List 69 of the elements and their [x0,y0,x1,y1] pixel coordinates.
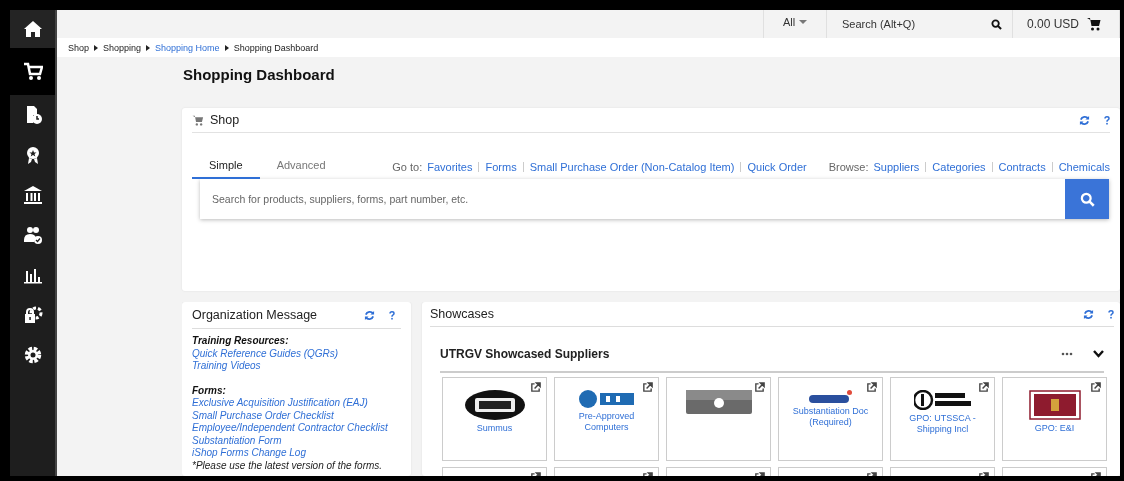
goto-link[interactable]: Forms [485,161,517,173]
panel-title: Shop [210,113,240,127]
browse-link[interactable]: Chemicals [1058,161,1110,173]
goto-label: Go to: [392,161,423,173]
refresh-icon[interactable] [1079,114,1090,126]
browse-link[interactable]: Contracts [998,161,1046,173]
supplier-label: GPO: E&I [1033,423,1076,434]
supplier-tile[interactable] [666,377,771,461]
bank-icon [22,185,43,205]
resource-link[interactable]: Employee/Independent Contractor Checklist [192,422,401,435]
supplier-label: GPO: UTSSCA - Shipping Incl [908,413,977,435]
gear-icon [22,345,43,365]
resource-link[interactable]: Exclusive Acquisition Justification (EAJ) [192,397,401,410]
resource-link[interactable]: iShop Forms Change Log [192,447,401,460]
browse-link[interactable]: Suppliers [873,161,920,173]
cart-icon [22,61,43,82]
supplier-label: Summus [475,423,514,434]
cart-icon[interactable] [1087,17,1102,31]
browse-label: Browse: [828,161,869,173]
breadcrumb-link[interactable]: Shopping Home [155,42,220,53]
lock-gear-icon [22,305,43,325]
search-icon[interactable] [991,18,1002,30]
external-link-icon[interactable] [642,382,653,393]
supplier-label: Pre-Approved Computers [577,411,636,433]
resource-link[interactable]: Small Purchase Order Checklist [192,409,401,422]
external-link-icon[interactable] [866,382,877,393]
help-icon[interactable] [1108,309,1114,319]
refresh-icon[interactable] [364,309,375,321]
people-icon [22,225,43,245]
resource-link[interactable]: Substantiation Form [192,434,401,447]
more-icon[interactable] [1061,352,1073,356]
goto-link[interactable]: Small Purchase Order (Non-Catalog Item) [529,161,735,173]
external-link-icon[interactable] [530,382,541,393]
search-tab[interactable]: Advanced [259,159,343,179]
supplier-label: Substantiation Doc (Required) [791,406,870,428]
page-title: Shopping Dashboard [183,66,336,85]
help-icon[interactable] [389,310,395,320]
chevron-down-icon[interactable] [1093,350,1104,358]
search-icon [1079,191,1095,207]
refresh-icon[interactable] [1083,308,1094,320]
goto-link[interactable]: Favorites [427,161,473,173]
help-icon[interactable] [1104,115,1110,125]
resource-link[interactable]: Training Videos [192,360,401,373]
breadcrumb-item[interactable]: Shopping [103,42,142,53]
breadcrumb-item: Shopping Dashboard [233,42,319,53]
resource-link[interactable]: Quick Reference Guides (QGRs) [192,347,401,360]
panel-title: Showcases [430,307,494,321]
goto-link[interactable]: Quick Order [747,161,807,173]
home-icon [22,19,43,39]
note-text: *Please use the latest version of the forms. [192,459,384,472]
section-heading: Forms: [192,384,227,397]
search-button[interactable] [1065,179,1109,219]
supplier-tile[interactable]: Pre-Approved Computers [554,377,659,461]
section-title: UTRGV Showcased Suppliers [440,347,610,361]
supplier-tile[interactable]: Summus [442,377,547,461]
supplier-tile[interactable]: GPO: UTSSCA - Shipping Incl [890,377,995,461]
cart-icon [192,114,204,126]
browse-link[interactable]: Categories [932,161,986,173]
panel-title: Organization Message [192,308,318,322]
cart-total: 0.00 USD [1027,17,1080,31]
breadcrumb-item[interactable]: Shop [68,42,90,53]
external-link-icon[interactable] [1090,382,1101,393]
external-link-icon[interactable] [978,382,989,393]
supplier-tile[interactable]: Substantiation Doc (Required) [778,377,883,461]
sidebar-item[interactable] [10,48,55,95]
supplier-tile[interactable]: GPO: E&I [1002,377,1107,461]
section-heading: Training Resources: [192,335,290,348]
sidebar-item[interactable] [10,10,55,48]
external-link-icon[interactable] [754,382,765,393]
